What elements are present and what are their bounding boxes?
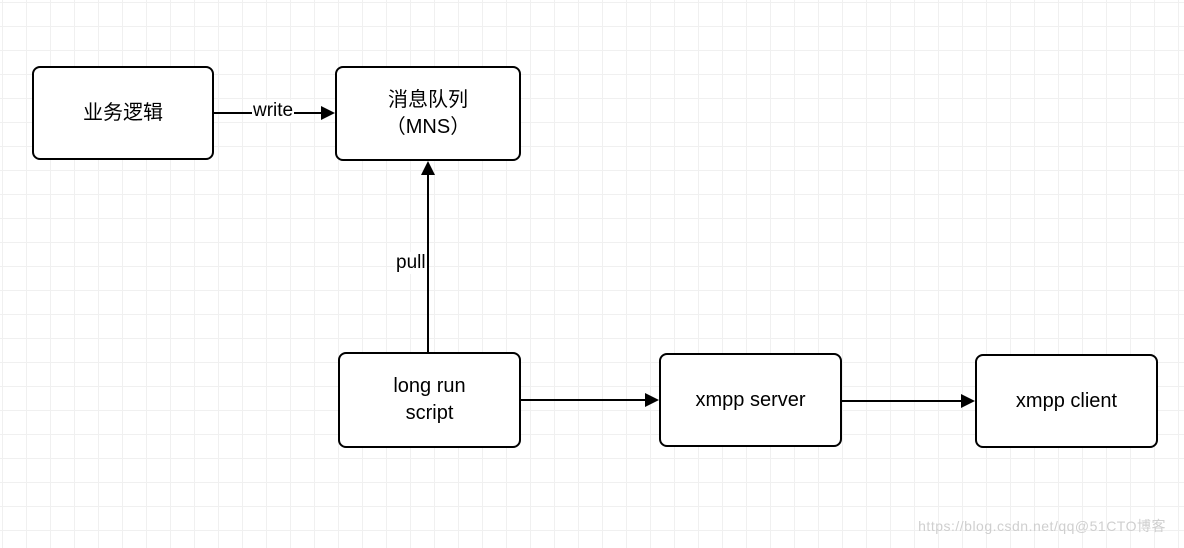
node-label: xmpp client [1016, 388, 1117, 415]
arrowhead-up-icon [421, 161, 435, 175]
arrowhead-right-icon [961, 394, 975, 408]
edge-label-pull: pull [395, 252, 427, 274]
node-label-line1: 消息队列 [388, 87, 468, 114]
node-xmpp-server: xmpp server [659, 353, 842, 447]
node-xmpp-client: xmpp client [975, 354, 1158, 448]
arrowhead-right-icon [645, 393, 659, 407]
node-message-queue: 消息队列 （MNS） [335, 66, 521, 161]
node-long-run-script: long run script [338, 352, 521, 448]
node-business-logic: 业务逻辑 [32, 66, 214, 160]
node-label-line2: script [406, 400, 454, 427]
edge-label-write: write [252, 100, 294, 122]
edge-pull [427, 175, 429, 352]
arrowhead-right-icon [321, 106, 335, 120]
edge-server-to-client [842, 400, 961, 402]
node-label-line1: long run [393, 373, 465, 400]
node-label-line2: （MNS） [386, 114, 470, 141]
node-label: xmpp server [695, 387, 805, 414]
edge-script-to-server [521, 399, 645, 401]
watermark-text: https://blog.csdn.net/qq@51CTO博客 [918, 516, 1166, 536]
node-label: 业务逻辑 [83, 100, 163, 127]
